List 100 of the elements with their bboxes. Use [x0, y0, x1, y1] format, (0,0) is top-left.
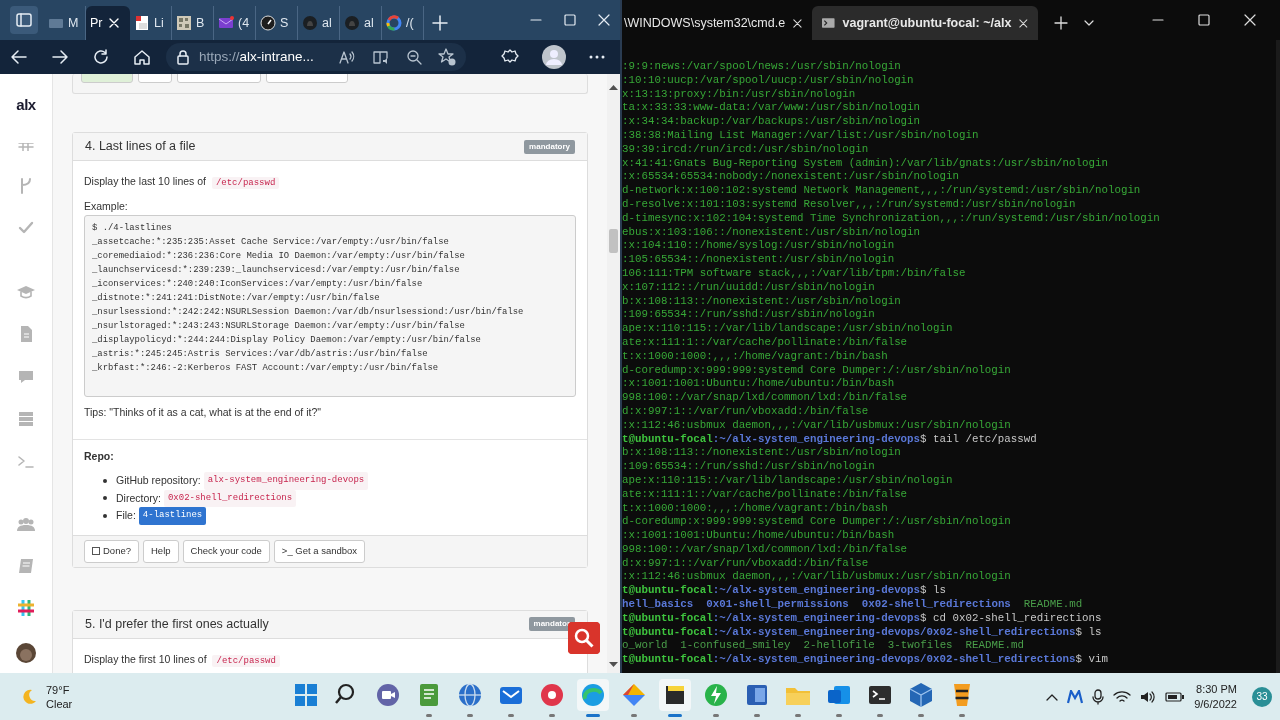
done-button[interactable]: Done? [84, 539, 139, 563]
clock-date[interactable]: 9/6/2022 [1194, 696, 1237, 712]
task-title: 5. I'd prefer the first ones actually [85, 615, 269, 633]
address-field[interactable]: https://alx-intrane... [166, 43, 466, 71]
back-icon[interactable] [10, 48, 28, 66]
task-description: Display the first 10 lines of /etc/passwd [84, 651, 576, 668]
terminal-line: :x:112:46:usbmux daemon,,,:/var/lib/usbmux:/usr/sbin/nologin [622, 570, 1012, 585]
notification-badge[interactable]: 33 [1252, 686, 1272, 707]
footer-button[interactable]: Check your code [182, 539, 270, 563]
terminal-line: o_world 1-confused_smiley 2-hellofile 3-twofiles README.md [622, 639, 1025, 654]
reader-icon[interactable] [372, 49, 390, 65]
mandatory-badge: mandatory [524, 139, 575, 154]
terminal-line: t@ubuntu-focal:~/alx-system_engineering-devops$ tail /etc/passwd [622, 432, 1038, 447]
more-icon[interactable] [589, 55, 605, 59]
sandbox-button[interactable]: >_ Get a sandbox [273, 539, 366, 563]
terminal-line: d-network:x:100:102:systemd Network Management,,,:/run/systemd:/usr/sbin/nologin [622, 184, 1142, 198]
terminal-line: :109:65534::/run/sshd:/usr/sbin/nologin [622, 308, 876, 323]
browser-icon[interactable] [577, 678, 609, 711]
code-text: 4-lastlines [138, 507, 207, 525]
code-text: alx-system_engineering-devops [203, 472, 369, 490]
new-tab-icon[interactable] [432, 15, 448, 31]
code-line: _launchservicesd:*:239:239:_launchservicesd:/var/empty:/usr/bin/false [92, 263, 461, 277]
terminal-line: 998:100::/var/snap/lxd/common/lxd:/bin/false [622, 542, 909, 557]
terminal-line: ape:x:110:115::/var/lib/landscape:/usr/sbin/nologin [622, 322, 954, 336]
zoom-out-icon[interactable] [406, 49, 422, 65]
terminal-line: ebus:x:103:106::/nonexistent:/usr/sbin/nologin [622, 225, 922, 240]
scroll-up-icon[interactable] [609, 84, 618, 90]
scroll-down-icon[interactable] [609, 662, 618, 668]
terminal-line: d-coredump:x:999:999:systemd Core Dumper:/:/usr/sbin/nologin [622, 515, 1012, 530]
search-button[interactable] [568, 622, 600, 654]
terminal-line: ta:x:33:33:www-data:/var/www:/usr/sbin/nologin [622, 101, 922, 116]
ring-icon [386, 15, 402, 31]
maximize-icon[interactable] [564, 14, 576, 26]
favorites-icon[interactable] [438, 48, 456, 66]
terminal-line: x:107:112::/run/uuidd:/usr/sbin/nologin [622, 280, 876, 295]
code-line: _iconservices:*:240:240:IconServices:/var/empty:/usr/bin/false [92, 277, 424, 291]
terminal-line: t:x:1000:1000:,,,:/home/vagrant:/bin/bash [622, 501, 889, 516]
microphone-icon[interactable] [1092, 688, 1105, 705]
terminal-line: b:x:108:113::/nonexistent:/usr/sbin/nologin [622, 294, 902, 309]
hashtag-icon[interactable] [17, 598, 35, 617]
chevron-up-icon[interactable] [1046, 692, 1059, 701]
terminal-line: :9:9:news:/var/spool/news:/usr/sbin/nologin [622, 60, 902, 74]
browser-tab[interactable]: Pr [86, 6, 130, 40]
close-icon[interactable] [1019, 17, 1028, 29]
terminal-line: t@ubuntu-focal:~/alx-system_engineering-devops$ ls [622, 584, 947, 599]
logo-text[interactable]: alx [16, 94, 36, 117]
terminal-line: ape:x:110:115::/var/lib/landscape:/usr/sbin/nologin [622, 473, 954, 488]
repo-label: GitHub repository: [116, 473, 201, 488]
read-aloud-icon[interactable] [338, 49, 356, 65]
new-tab-icon[interactable] [1054, 16, 1068, 30]
terminal-line: :x:65534:65534:nobody:/nonexistent:/usr/sbin/nologin [622, 170, 960, 185]
terminal-tab[interactable]: vagrant@ubuntu-focal: ~/alx [812, 6, 1038, 40]
footer-button[interactable]: Help [143, 539, 179, 563]
terminal-line: :38:38:Mailing List Manager:/var/list:/usr/sbin/nologin [622, 129, 980, 143]
terminal-line: hell_basics 0x01-shell_permissions 0x02-shell_redirections README.md [622, 598, 1084, 612]
code-line: $ ./4-lastlines [92, 222, 173, 235]
dropdown-icon[interactable] [1084, 20, 1094, 26]
battery-icon[interactable] [1165, 690, 1186, 703]
code-line: _displaypolicyd:*:244:244:Display Policy Daemon:/var/empty:/usr/bin/false [92, 333, 482, 347]
tips-text: Tips: "Thinks of it as a cat, what is at the end of it?" [84, 405, 322, 420]
terminal-line: t:x:1000:1000:,,,:/home/vagrant:/bin/bash [622, 349, 889, 364]
sticky-note-icon[interactable] [659, 678, 691, 711]
home-icon[interactable] [133, 48, 151, 66]
close-icon[interactable] [793, 17, 802, 29]
terminal-line: d:x:997:1::/var/run/vboxadd:/bin/false [622, 404, 870, 419]
repo-heading: Repo: [84, 449, 115, 463]
terminal-line: :10:10:uucp:/var/spool/uucp:/usr/sbin/nologin [622, 73, 915, 88]
code-line: _nsurlstoraged:*:243:243:NSURLStorage Daemon:/var/empty:/usr/bin/false [92, 319, 466, 333]
clock-time[interactable]: 8:30 PM [1194, 681, 1237, 697]
code-line: _krbfast:*:246:-2:Kerberos FAST Account:/var/empty:/usr/bin/false [92, 361, 440, 375]
task-title: 4. Last lines of a file [85, 138, 196, 156]
terminal-line: d-resolve:x:101:103:systemd Resolver,,,:/run/systemd:/usr/sbin/nologin [622, 197, 1077, 212]
page-icon [134, 15, 150, 31]
weather-condition[interactable]: Clear [46, 696, 73, 711]
terminal-line: :109:65534::/run/sshd:/usr/sbin/nologin [622, 460, 876, 474]
close-icon[interactable] [598, 14, 610, 26]
tab-actions-icon[interactable] [10, 6, 38, 34]
avatar-icon[interactable] [542, 45, 566, 69]
close-icon[interactable] [1244, 14, 1256, 26]
repo-label: Directory: [116, 490, 161, 506]
terminal-line: d-timesync:x:102:104:systemd Time Synchronization,,,:/run/systemd:/usr/sbin/nologin [622, 211, 1161, 226]
lock-icon [176, 49, 190, 65]
shield-icon[interactable] [1067, 689, 1084, 704]
refresh-icon[interactable] [92, 48, 110, 66]
terminal-line: x:13:13:proxy:/bin:/usr/sbin/nologin [622, 87, 857, 102]
repo-label: File: [116, 508, 136, 524]
avatar[interactable] [16, 642, 36, 663]
scrollbar-thumb[interactable] [609, 229, 618, 253]
task-description: Display the last 10 lines of /etc/passwd [84, 174, 576, 190]
temperature[interactable]: 79°F [46, 682, 73, 697]
forward-icon[interactable] [51, 48, 69, 66]
wifi-icon[interactable] [1113, 689, 1132, 704]
speaker-icon[interactable] [1140, 689, 1157, 704]
terminal-line: t@ubuntu-focal:~/alx-system_engineering-devops/0x02-shell_redirections$ vim [622, 653, 1109, 668]
terminal-tab[interactable]: \WINDOWS\system32\cmd.e [622, 6, 812, 40]
gauge-icon [260, 15, 276, 31]
envelope-icon [218, 15, 234, 31]
terminal-line: 106:111:TPM software stack,,,:/var/lib/tpm:/bin/false [622, 266, 967, 281]
terminal-line: t@ubuntu-focal:~/alx-system_engineering-devops$ cd 0x02-shell_redirections [622, 611, 1103, 626]
maximize-icon[interactable] [1198, 14, 1210, 26]
